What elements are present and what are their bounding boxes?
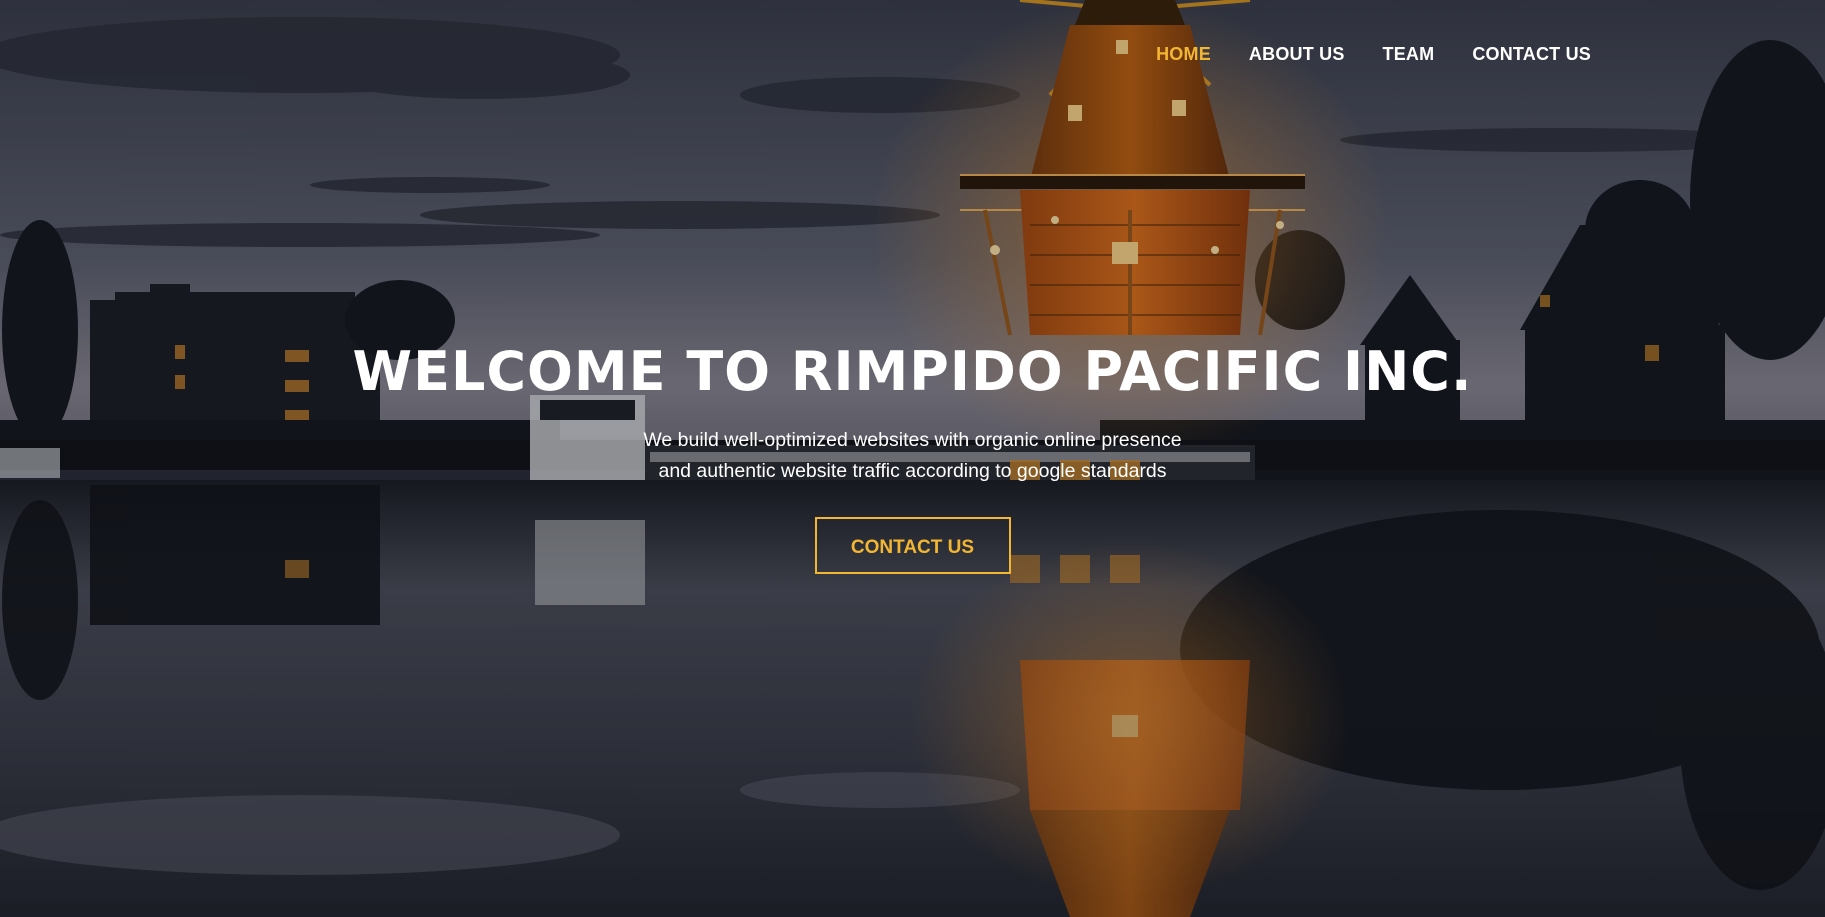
nav-contact-us-link[interactable]: CONTACT US <box>1472 44 1591 65</box>
nav-team-link[interactable]: TEAM <box>1383 44 1435 65</box>
hero-section: WELCOME TO RIMPIDO PACIFIC INC. We build… <box>0 335 1825 574</box>
hero-subtitle-line-2: and authentic website traffic according … <box>658 460 1167 482</box>
nav-home-link[interactable]: HOME <box>1156 44 1211 65</box>
landing-page: HOME ABOUT US TEAM CONTACT US WELCOME TO… <box>0 0 1825 917</box>
main-navigation: HOME ABOUT US TEAM CONTACT US <box>1156 44 1591 65</box>
hero-subtitle-line-1: We build well-optimized websites with or… <box>643 429 1182 451</box>
hero-title: WELCOME TO RIMPIDO PACIFIC INC. <box>352 340 1473 403</box>
hero-subtitle: We build well-optimized websites with or… <box>603 425 1223 487</box>
contact-us-button[interactable]: CONTACT US <box>814 517 1011 574</box>
nav-about-us-link[interactable]: ABOUT US <box>1249 44 1345 65</box>
